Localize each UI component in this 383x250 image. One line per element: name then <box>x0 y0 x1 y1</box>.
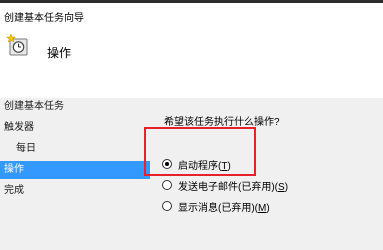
step-label: 操作 <box>4 164 24 175</box>
step-label: 完成 <box>4 185 24 196</box>
radio-send-email[interactable] <box>162 180 172 190</box>
option-label: 显示消息(已弃用)(M) <box>178 202 270 214</box>
task-clock-icon <box>5 33 30 57</box>
window-top-border <box>0 0 383 3</box>
window-title: 创建基本任务向导 <box>4 13 84 24</box>
radio-display-message[interactable] <box>162 201 172 211</box>
step-trigger[interactable]: 触发器 <box>0 119 150 137</box>
action-question: 希望该任务执行什么操作? <box>164 117 280 128</box>
step-label: 创建基本任务 <box>4 101 64 112</box>
annotation-highlight-box <box>144 127 256 176</box>
wizard-steps-sidebar: 创建基本任务 触发器 每日 操作 完成 <box>0 98 150 250</box>
accel-key: S <box>278 181 285 193</box>
step-label: 每日 <box>16 143 36 154</box>
option-display-message[interactable]: 显示消息(已弃用)(M) <box>162 198 270 214</box>
option-label: 发送电子邮件(已弃用)(S) <box>178 181 289 193</box>
wizard-header: 操作 <box>0 26 383 98</box>
step-daily[interactable]: 每日 <box>0 140 150 158</box>
title-bar: 创建基本任务向导 <box>0 0 383 26</box>
step-finish[interactable]: 完成 <box>0 182 150 200</box>
step-label: 触发器 <box>4 122 34 133</box>
step-action[interactable]: 操作 <box>0 161 150 179</box>
step-create-basic-task[interactable]: 创建基本任务 <box>0 98 150 116</box>
accel-key: M <box>258 202 267 214</box>
option-send-email[interactable]: 发送电子邮件(已弃用)(S) <box>162 177 288 193</box>
page-heading: 操作 <box>47 46 72 60</box>
